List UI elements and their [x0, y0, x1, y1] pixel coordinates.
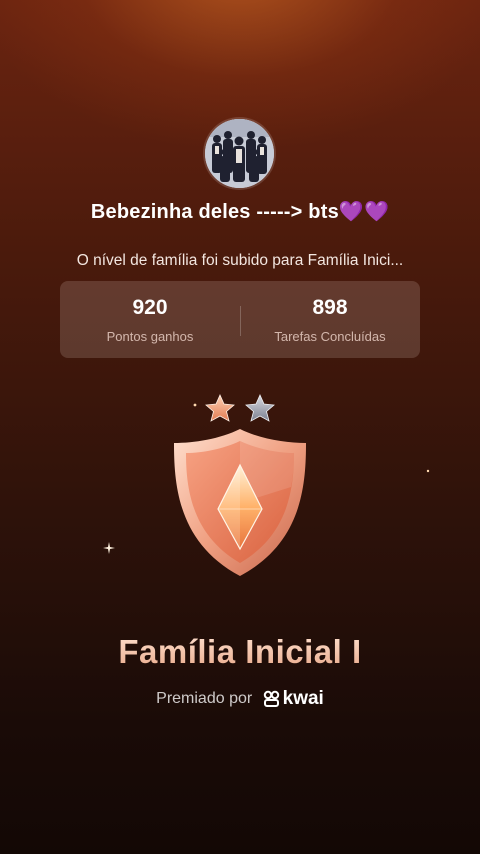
level-stars: [205, 394, 275, 422]
kwai-logo-icon: [263, 690, 279, 707]
kwai-logo: kwai: [263, 688, 324, 710]
shield-badge-icon: [174, 429, 306, 576]
family-level-screen: { "profile": { "username": "Bebezinha de…: [0, 0, 480, 854]
level-title: Família Inicial I: [0, 633, 480, 671]
kwai-brand-text: kwai: [282, 688, 324, 709]
awarded-by-label: Premiado por: [156, 690, 253, 707]
points-value: 920: [132, 296, 168, 319]
stats-panel: 920 Pontos ganhos 898 Tarefas Concluídas: [60, 281, 420, 358]
points-label: Pontos ganhos: [106, 329, 194, 344]
username: Bebezinha deles -----> bts💜💜: [90, 201, 390, 223]
tasks-stat: 898 Tarefas Concluídas: [240, 281, 420, 358]
tasks-label: Tarefas Concluídas: [274, 329, 386, 344]
sparkle-icon: [103, 542, 115, 554]
profile-avatar[interactable]: [205, 119, 274, 188]
awarded-by: Premiado por kwai: [0, 688, 480, 710]
avatar-image: [205, 119, 274, 188]
tasks-value: 898: [312, 296, 348, 319]
sparkle-icon: [426, 469, 430, 473]
star-filled-icon: [205, 394, 235, 422]
points-stat: 920 Pontos ganhos: [60, 281, 240, 358]
sparkle-icon: [193, 403, 197, 407]
star-empty-icon: [245, 394, 275, 422]
level-up-message: O nível de família foi subido para Famíl…: [76, 252, 404, 269]
